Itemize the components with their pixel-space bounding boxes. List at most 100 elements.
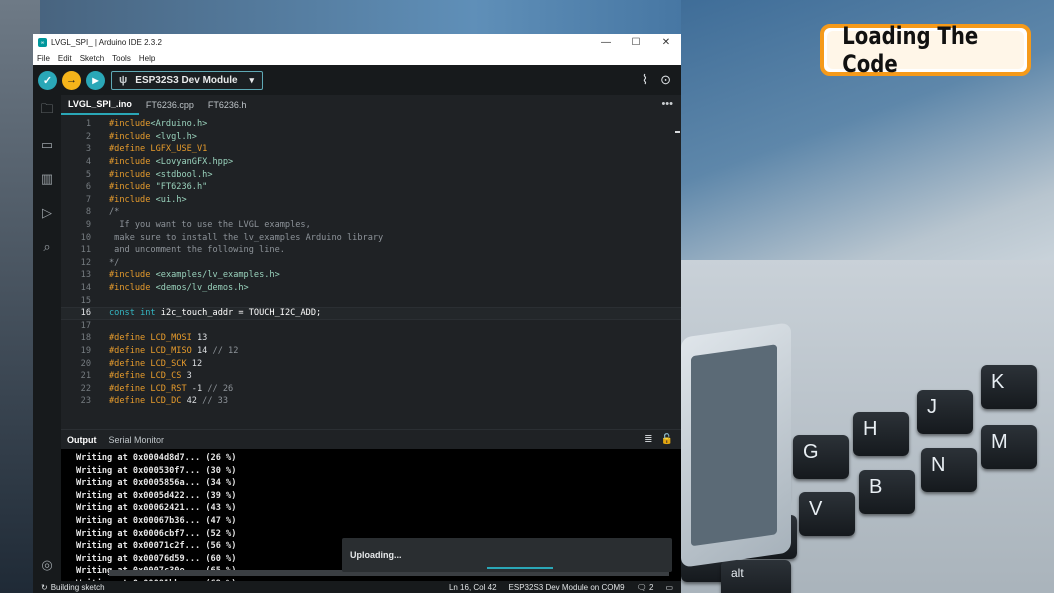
search-icon[interactable]: ⌕ bbox=[39, 239, 55, 255]
code-line[interactable]: 14 #include <demos/lv_demos.h> bbox=[61, 282, 681, 295]
tab-ft6236-cpp[interactable]: FT6236.cpp bbox=[139, 95, 201, 115]
line-number: 15 bbox=[80, 295, 91, 306]
tab-ft6236-h[interactable]: FT6236.h bbox=[201, 95, 254, 115]
code-text: #include <LovyanGFX.hpp> bbox=[109, 157, 234, 168]
toggle-panel-icon[interactable]: ▭ bbox=[665, 583, 673, 592]
clear-output-icon[interactable]: ≣ bbox=[644, 434, 652, 445]
toast-message: Uploading... bbox=[350, 550, 402, 560]
code-line[interactable]: 1 #include<Arduino.h> bbox=[61, 118, 681, 131]
code-text: make sure to install the lv_examples Ard… bbox=[109, 232, 384, 243]
notifications[interactable]: 🗨 2 bbox=[637, 583, 654, 592]
code-line[interactable]: 15 bbox=[61, 294, 681, 307]
upload-progress-bar bbox=[487, 567, 553, 569]
code-editor[interactable]: 1 #include<Arduino.h> 2 #include <lvgl.h> 3 #… bbox=[61, 115, 681, 429]
code-line[interactable]: 22 #define LCD_RST -1 // 26 bbox=[61, 383, 681, 396]
folder-icon[interactable]: 🗀 bbox=[39, 101, 55, 119]
tab-lvgl-spi-ino[interactable]: LVGL_SPI_.ino bbox=[61, 95, 139, 115]
code-line[interactable]: 8 /* bbox=[61, 206, 681, 219]
code-text: #include <ui.h> bbox=[109, 194, 187, 205]
code-line[interactable]: 21 #define LCD_CS 3 bbox=[61, 370, 681, 383]
debug-play-icon: ▶ bbox=[92, 75, 99, 85]
line-number: 5 bbox=[85, 169, 91, 180]
output-line: Writing at 0x0005d422... (39 %) bbox=[76, 490, 237, 501]
output-line: Writing at 0x0004d8d7... (26 %) bbox=[76, 453, 237, 463]
keyboard-key: B bbox=[859, 470, 915, 514]
menu-sketch[interactable]: Sketch bbox=[80, 54, 104, 63]
code-line[interactable]: 9 If you want to use the LVGL examples, bbox=[61, 219, 681, 232]
arduino-app-icon: ∞ bbox=[38, 38, 47, 47]
code-line[interactable]: 16 const int i2c_touch_addr = TOUCH_I2C_A… bbox=[61, 307, 681, 320]
line-number: 18 bbox=[80, 333, 91, 344]
debug-button[interactable]: ▶ bbox=[86, 70, 105, 90]
code-line[interactable]: 23 #define LCD_DC 42 // 33 bbox=[61, 395, 681, 408]
upload-button[interactable]: → bbox=[62, 70, 81, 90]
maximize-button[interactable]: ☐ bbox=[621, 34, 651, 51]
usb-icon: ψ bbox=[119, 74, 128, 86]
line-number: 1 bbox=[85, 119, 91, 130]
output-line: Writing at 0x00062421... (43 %) bbox=[76, 503, 237, 514]
line-number: 7 bbox=[85, 194, 91, 205]
serial-plotter-icon[interactable]: ⌇ bbox=[642, 72, 648, 88]
output-line: Writing at 0x0006cbf7... (52 %) bbox=[76, 528, 237, 539]
scroll-lock-icon[interactable]: 🔓 bbox=[661, 434, 673, 445]
menu-file[interactable]: File bbox=[37, 54, 50, 63]
line-number: 21 bbox=[80, 371, 91, 382]
code-line[interactable]: 20 #define LCD_SCK 12 bbox=[61, 357, 681, 370]
line-number: 6 bbox=[85, 182, 91, 193]
cursor-position[interactable]: Ln 16, Col 42 bbox=[449, 583, 497, 592]
keyboard-key: M bbox=[981, 425, 1037, 469]
code-text: #define LCD_DC 42 // 33 bbox=[109, 396, 229, 407]
line-number: 23 bbox=[80, 396, 91, 407]
library-icon[interactable]: ▥ bbox=[39, 171, 55, 187]
code-line[interactable]: 6 #include "FT6236.h" bbox=[61, 181, 681, 194]
code-line[interactable]: 2 #include <lvgl.h> bbox=[61, 131, 681, 144]
line-number: 13 bbox=[80, 270, 91, 281]
account-icon[interactable]: ◎ bbox=[39, 557, 55, 573]
code-line[interactable]: 13 #include <examples/lv_examples.h> bbox=[61, 269, 681, 282]
arduino-ide-window: ∞ LVGL_SPI_ | Arduino IDE 2.3.2 — ☐ ✕ Fi… bbox=[33, 34, 681, 593]
keyboard-key: G bbox=[793, 435, 849, 479]
spinner-icon: ↻ bbox=[41, 582, 48, 592]
menu-help[interactable]: Help bbox=[139, 54, 155, 63]
upload-progress-notification: Uploading... bbox=[342, 538, 672, 572]
arrow-right-icon: → bbox=[66, 74, 77, 86]
code-line[interactable]: 3 #define LGFX_USE_V1 bbox=[61, 143, 681, 156]
line-number: 12 bbox=[80, 257, 91, 268]
minimize-button[interactable]: — bbox=[591, 34, 621, 51]
board-port-status[interactable]: ESP32S3 Dev Module on COM9 bbox=[509, 583, 625, 592]
output-line: Writing at 0x000530f7... (30 %) bbox=[76, 465, 237, 476]
code-line[interactable]: 17 bbox=[61, 320, 681, 333]
tab-output[interactable]: Output bbox=[61, 435, 103, 445]
code-line[interactable]: 4 #include <LovyanGFX.hpp> bbox=[61, 156, 681, 169]
tab-serial-monitor[interactable]: Serial Monitor bbox=[103, 435, 171, 445]
keyboard-key: V bbox=[799, 492, 855, 536]
output-line: Writing at 0x0005856a... (34 %) bbox=[76, 478, 237, 489]
verify-button[interactable]: ✓ bbox=[38, 70, 57, 90]
code-line[interactable]: 5 #include <stdbool.h> bbox=[61, 168, 681, 181]
close-button[interactable]: ✕ bbox=[651, 34, 681, 51]
code-line[interactable]: 19 #define LCD_MISO 14 // 12 bbox=[61, 345, 681, 358]
line-number: 22 bbox=[80, 383, 91, 394]
code-line[interactable]: 7 #include <ui.h> bbox=[61, 194, 681, 207]
menu-tools[interactable]: Tools bbox=[112, 54, 131, 63]
menu-edit[interactable]: Edit bbox=[58, 54, 72, 63]
code-text: #include <demos/lv_demos.h> bbox=[109, 283, 249, 294]
code-text: const int i2c_touch_addr = TOUCH_I2C_ADD… bbox=[109, 308, 322, 319]
code-line[interactable]: 11 and uncomment the following line. bbox=[61, 244, 681, 257]
line-number: 14 bbox=[80, 283, 91, 294]
code-line[interactable]: 18 #define LCD_MOSI 13 bbox=[61, 332, 681, 345]
code-line[interactable]: 10 make sure to install the lv_examples … bbox=[61, 231, 681, 244]
code-text: If you want to use the LVGL examples, bbox=[109, 220, 311, 231]
serial-monitor-icon[interactable]: ⊙ bbox=[660, 72, 671, 88]
debug-icon[interactable]: ▷ bbox=[39, 205, 55, 221]
code-line[interactable]: 12 */ bbox=[61, 257, 681, 270]
line-number: 8 bbox=[85, 207, 91, 218]
board-selector[interactable]: ψ ESP32S3 Dev Module ▾ bbox=[111, 70, 263, 90]
code-text: #define LCD_SCK 12 bbox=[109, 358, 203, 369]
line-number: 10 bbox=[80, 232, 91, 243]
caption-banner: Loading The Code bbox=[820, 22, 1031, 78]
title-bar: ∞ LVGL_SPI_ | Arduino IDE 2.3.2 — ☐ ✕ bbox=[33, 34, 681, 51]
board-manager-icon[interactable]: ▭ bbox=[39, 137, 55, 153]
editor-tabs: LVGL_SPI_.ino FT6236.cpp FT6236.h ••• bbox=[61, 95, 681, 115]
more-tabs-icon[interactable]: ••• bbox=[661, 98, 673, 110]
